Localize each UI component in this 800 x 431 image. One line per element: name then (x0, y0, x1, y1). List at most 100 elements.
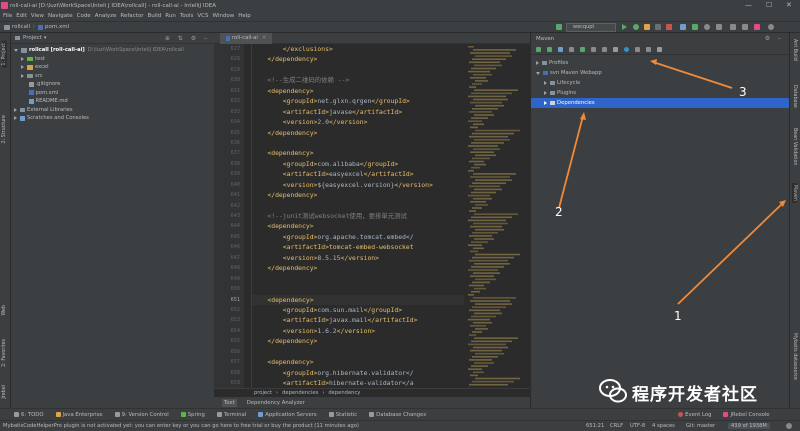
vcs-commit-icon[interactable] (692, 24, 698, 30)
tool-ant-build[interactable]: Ant Build (792, 39, 797, 61)
code-line[interactable]: <groupId>net.glxn.qrgen</groupId> (252, 96, 464, 106)
line-number[interactable]: 642 (214, 201, 244, 211)
expand-all-icon[interactable] (646, 46, 651, 52)
code-line[interactable]: <dependency> (252, 294, 464, 305)
indent-setting[interactable]: 4 spaces (652, 423, 675, 429)
code-line[interactable]: <version>8.5.15</version> (252, 253, 464, 263)
tool-todo[interactable]: 6: TODO (14, 412, 44, 418)
code-minimap[interactable] (464, 44, 530, 388)
menu-edit[interactable]: Edit (16, 13, 27, 19)
close-button[interactable]: ✕ (786, 1, 792, 9)
collapse-all-icon[interactable] (635, 46, 640, 52)
run-maven-icon[interactable] (580, 46, 585, 52)
line-number[interactable]: 643 (214, 211, 244, 221)
maven-item-plugins[interactable]: Plugins (531, 88, 789, 98)
line-number[interactable]: 659 (214, 378, 244, 388)
code-line[interactable]: </exclusions> (252, 44, 464, 54)
line-number[interactable]: 628 (214, 54, 244, 64)
line-number[interactable]: 646 (214, 242, 244, 252)
file-encoding[interactable]: UTF-8 (630, 423, 645, 429)
status-message[interactable]: MybatisCodeHelperPro plugin is not activ… (3, 423, 359, 429)
line-number[interactable]: 657 (214, 357, 244, 367)
expand-arrow-icon[interactable] (544, 91, 547, 95)
tree-item-pom[interactable]: pom.xml (11, 89, 214, 98)
tree-item-external-libraries[interactable]: External Libraries (11, 106, 214, 115)
project-panel-title[interactable]: Project (23, 35, 42, 41)
vcs-update-icon[interactable] (680, 24, 686, 30)
menu-file[interactable]: File (3, 13, 12, 19)
notifications-icon[interactable] (786, 423, 792, 429)
code-line[interactable]: </dependency> (252, 336, 464, 346)
tool-structure[interactable]: 2: Structure (2, 115, 7, 144)
dropdown-chevron-icon[interactable]: ▾ (44, 35, 47, 41)
toggle-offline-icon[interactable] (602, 46, 607, 52)
line-number[interactable]: 658 (214, 368, 244, 378)
maximize-button[interactable]: ☐ (766, 1, 772, 9)
maven-item-lifecycle[interactable]: Lifecycle (531, 78, 789, 88)
tool-database[interactable]: Database (792, 85, 797, 108)
code-line[interactable]: </dependency> (252, 128, 464, 138)
panel-actions[interactable]: ⚙ – (765, 35, 784, 42)
search-icon[interactable] (768, 24, 774, 30)
line-number[interactable]: 641 (214, 190, 244, 200)
expand-arrow-icon[interactable] (21, 56, 24, 61)
wrench-icon[interactable] (657, 46, 662, 52)
panel-actions[interactable]: ⊕ ⇅ ⚙ – (165, 35, 210, 42)
code-line[interactable]: <artifactId>hibernate-validator</a (252, 378, 464, 388)
line-number[interactable]: 627 (214, 44, 244, 54)
menu-tools[interactable]: Tools (180, 13, 194, 19)
line-number[interactable]: 650 (214, 284, 244, 294)
tree-item-readme[interactable]: README.md (11, 97, 214, 106)
code-line[interactable]: <artifactId>easyexcel</artifactId> (252, 169, 464, 179)
tool-jrebel-console[interactable]: JRebel Console (723, 412, 770, 418)
line-number[interactable]: 629 (214, 65, 244, 75)
vcs-branch[interactable]: Git: master (686, 423, 715, 429)
code-line[interactable]: </dependency> (252, 54, 464, 64)
tree-item-test[interactable]: test (11, 55, 214, 64)
line-number[interactable]: 640 (214, 180, 244, 190)
code-line[interactable]: <groupId>org.apache.tomcat.embed</ (252, 232, 464, 242)
coverage-icon[interactable] (644, 24, 650, 30)
code-area[interactable]: </exclusions> </dependency> <!--生成二维码的依赖… (252, 44, 464, 388)
tool-mybatis-datasource[interactable]: Mybatis datasource (792, 333, 797, 380)
run-config-select[interactable]: wecqupt (566, 23, 616, 32)
minimize-button[interactable]: — (745, 1, 752, 9)
code-line[interactable]: <!--junit测试websocket使用，要排单元测试 (252, 211, 464, 221)
tree-item-root[interactable]: rollcall [roll-call-ai] D:\luzi\WorkSpac… (11, 46, 214, 55)
maven-item-profiles[interactable]: Profiles (531, 58, 789, 68)
tool-bean-validation[interactable]: Bean Validation (792, 128, 797, 165)
line-separator[interactable]: CRLF (610, 423, 623, 429)
nav-project[interactable]: rollcall (12, 24, 30, 30)
line-number[interactable]: 636 (214, 138, 244, 148)
code-line[interactable]: <dependency> (252, 86, 464, 96)
history-icon[interactable] (704, 24, 710, 30)
line-number[interactable]: 633 (214, 107, 244, 117)
tool-statistic[interactable]: Statistic (328, 412, 357, 418)
code-line[interactable]: <version>${easyexcel.version}</version> (252, 180, 464, 190)
tool-spring[interactable]: Spring (180, 412, 205, 418)
expand-arrow-icon[interactable] (14, 48, 18, 52)
tab-dependency-analyzer[interactable]: Dependency Analyzer (245, 399, 307, 407)
menu-build[interactable]: Build (147, 13, 161, 19)
hammer-icon[interactable] (556, 24, 562, 30)
menu-vcs[interactable]: VCS (197, 13, 208, 19)
tool-jrebel[interactable]: Jrebel (2, 385, 7, 399)
code-line[interactable]: <artifactId>javase</artifactId> (252, 107, 464, 117)
execute-goal-icon[interactable] (591, 46, 596, 52)
stop-icon[interactable] (666, 24, 672, 30)
code-line[interactable]: <dependency> (252, 148, 464, 158)
maven-item-project[interactable]: svn Maven Webapp (531, 68, 789, 78)
code-line[interactable] (252, 284, 464, 294)
expand-arrow-icon[interactable] (536, 61, 539, 65)
run-icon[interactable] (622, 24, 627, 30)
expand-arrow-icon[interactable] (14, 107, 17, 112)
tree-item-gitignore[interactable]: .gitignore (11, 80, 214, 89)
line-number[interactable]: 639 (214, 169, 244, 179)
line-number[interactable]: 649 (214, 274, 244, 284)
code-line[interactable]: <dependency> (252, 221, 464, 231)
jrebel-icon[interactable] (754, 24, 760, 30)
line-number[interactable]: 647 (214, 253, 244, 263)
reload-icon[interactable] (536, 46, 541, 52)
close-tab-icon[interactable]: ✕ (262, 35, 266, 41)
show-dependencies-icon[interactable] (624, 46, 629, 52)
